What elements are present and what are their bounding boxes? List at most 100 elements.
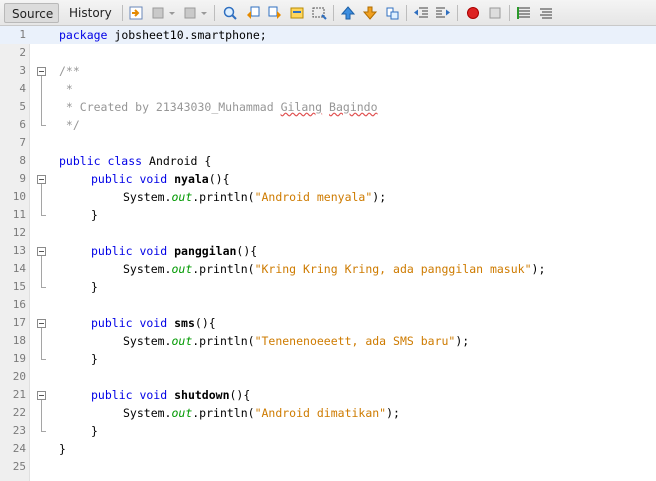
comment-text: * Created by 21343030_Muhammad Gilang Ba… — [59, 98, 378, 116]
comment-text: /** — [59, 64, 80, 78]
toggle-bookmark-icon[interactable] — [384, 5, 400, 21]
line-number: 11 — [12, 208, 26, 221]
method-call: .println( — [192, 334, 255, 348]
line-number: 18 — [12, 334, 26, 347]
code-line[interactable]: 16 — [0, 296, 656, 314]
comment-text: */ — [59, 118, 80, 132]
closing-brace: } — [91, 424, 98, 438]
keyword: public void — [91, 316, 168, 330]
line-number: 3 — [19, 64, 26, 77]
shift-left-icon[interactable] — [413, 5, 429, 21]
code-line[interactable]: 11 } — [0, 206, 656, 224]
package-name: jobsheet10.smartphone; — [107, 28, 267, 42]
method-name: shutdown — [174, 388, 230, 402]
toolbar-separator — [122, 5, 123, 21]
line-number: 4 — [19, 82, 26, 95]
code-line[interactable]: 3 /** — [0, 62, 656, 80]
line-number: 20 — [12, 370, 26, 383]
record-macro-icon[interactable] — [465, 5, 481, 21]
line-number: 22 — [12, 406, 26, 419]
spellcheck-word: Gilang — [280, 100, 323, 114]
line-number: 2 — [19, 46, 26, 59]
spellcheck-word: Bagindo — [329, 100, 378, 114]
code-line[interactable]: 20 — [0, 368, 656, 386]
toolbar-separator — [509, 5, 510, 21]
code-line[interactable]: 13 public void panggilan(){ — [0, 242, 656, 260]
method-name: sms — [174, 316, 195, 330]
chevron-down-icon[interactable] — [168, 9, 176, 17]
line-number: 6 — [19, 118, 26, 131]
toolbar-separator — [457, 5, 458, 21]
comment-icon[interactable] — [516, 5, 532, 21]
method-parens: (){ — [208, 172, 230, 186]
toolbar-separator — [333, 5, 334, 21]
code-line[interactable]: 21 public void shutdown(){ — [0, 386, 656, 404]
statement-end: ); — [531, 262, 546, 276]
line-number: 7 — [19, 136, 26, 149]
class-ref: System. — [123, 406, 172, 420]
string-literal: "Tenenenoeeett, ada SMS baru" — [254, 334, 456, 348]
string-literal: "Kring Kring Kring, ada panggilan masuk" — [254, 262, 532, 276]
find-previous-icon[interactable] — [245, 5, 261, 21]
code-line[interactable]: 14 System.out.println("Kring Kring Kring… — [0, 260, 656, 278]
line-number: 12 — [12, 226, 26, 239]
chevron-down-icon[interactable] — [200, 9, 208, 17]
uncomment-icon[interactable] — [538, 5, 554, 21]
closing-brace: } — [91, 352, 98, 366]
code-line[interactable]: 22 System.out.println("Android dimatikan… — [0, 404, 656, 422]
stop-macro-icon[interactable] — [487, 5, 503, 21]
line-number: 23 — [12, 424, 26, 437]
method-parens: (){ — [229, 388, 251, 402]
code-line[interactable]: 8 public class Android { — [0, 152, 656, 170]
code-text: package jobsheet10.smartphone; — [59, 26, 267, 44]
code-text: System.out.println("Android dimatikan"); — [123, 404, 400, 422]
toolbar-separator — [214, 5, 215, 21]
code-line[interactable]: 12 — [0, 224, 656, 242]
tab-history[interactable]: History — [62, 3, 116, 23]
code-line[interactable]: 19 } — [0, 350, 656, 368]
find-icon[interactable] — [222, 5, 238, 21]
next-bookmark-icon[interactable] — [362, 5, 378, 21]
method-call: .println( — [192, 406, 255, 420]
tab-source[interactable]: Source — [4, 3, 59, 23]
keyword: package — [59, 28, 108, 42]
field-ref: out — [171, 262, 193, 276]
code-line[interactable]: 17 public void sms(){ — [0, 314, 656, 332]
code-line[interactable]: 25 — [0, 458, 656, 476]
line-number: 5 — [19, 100, 26, 113]
forward-icon[interactable] — [182, 5, 198, 21]
string-literal: "Android dimatikan" — [254, 406, 387, 420]
code-line[interactable]: 9 public void nyala(){ — [0, 170, 656, 188]
code-line[interactable]: 4 * — [0, 80, 656, 98]
find-next-icon[interactable] — [267, 5, 283, 21]
keyword: public void — [91, 388, 168, 402]
code-text: public void nyala(){ — [91, 170, 230, 188]
code-text: public void panggilan(){ — [91, 242, 257, 260]
code-line[interactable]: 18 System.out.println("Tenenenoeeett, ad… — [0, 332, 656, 350]
code-line[interactable]: 5 * Created by 21343030_Muhammad Gilang … — [0, 98, 656, 116]
previous-bookmark-icon[interactable] — [340, 5, 356, 21]
statement-end: ); — [372, 190, 387, 204]
last-edit-icon[interactable] — [128, 5, 144, 21]
code-line[interactable]: 15 } — [0, 278, 656, 296]
code-line[interactable]: 10 System.out.println("Android menyala")… — [0, 188, 656, 206]
string-literal: "Android menyala" — [254, 190, 373, 204]
keyword: public void — [91, 172, 168, 186]
line-number: 16 — [12, 298, 26, 311]
shift-right-icon[interactable] — [435, 5, 451, 21]
statement-end: ); — [455, 334, 470, 348]
toggle-highlight-icon[interactable] — [311, 5, 327, 21]
comment-author-prefix: * Created by 21343030_Muhammad — [59, 100, 281, 114]
code-line[interactable]: 7 — [0, 134, 656, 152]
code-line[interactable]: 1 package jobsheet10.smartphone; — [0, 26, 656, 44]
code-line[interactable]: 24 } — [0, 440, 656, 458]
code-text: System.out.println("Android menyala"); — [123, 188, 386, 206]
code-line[interactable]: 6 */ — [0, 116, 656, 134]
find-selection-icon[interactable] — [289, 5, 305, 21]
line-number: 19 — [12, 352, 26, 365]
code-text: public void shutdown(){ — [91, 386, 250, 404]
code-line[interactable]: 23 } — [0, 422, 656, 440]
back-icon[interactable] — [150, 5, 166, 21]
closing-brace: } — [91, 208, 98, 222]
code-line[interactable]: 2 — [0, 44, 656, 62]
